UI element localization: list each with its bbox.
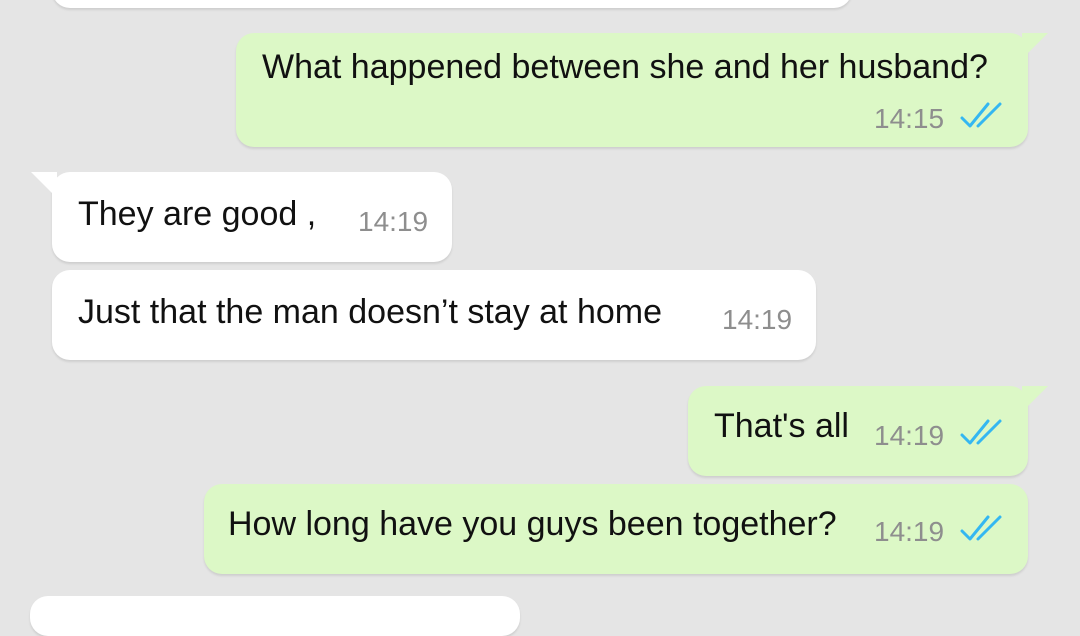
message-bubble-incoming[interactable]: They are good , 14:19 xyxy=(52,172,452,262)
bubble-tail xyxy=(31,172,57,198)
message-time: 14:19 xyxy=(874,516,945,547)
message-bubble-partial-bottom[interactable] xyxy=(30,596,520,636)
double-check-icon xyxy=(960,419,1002,445)
double-check-icon xyxy=(960,102,1002,128)
message-bubble-outgoing[interactable]: That's all 14:19 xyxy=(688,386,1028,476)
bubble-tail xyxy=(1022,33,1048,59)
message-bubble-outgoing[interactable]: What happened between she and her husban… xyxy=(236,33,1028,147)
message-bubble-outgoing[interactable]: How long have you guys been together? 14… xyxy=(204,484,1028,574)
message-time: 14:15 xyxy=(874,103,945,134)
bubble-tail xyxy=(1022,386,1048,412)
message-text: How long have you guys been together? xyxy=(228,505,837,543)
message-text: What happened between she and her husban… xyxy=(262,48,988,86)
message-time: 14:19 xyxy=(874,420,945,451)
message-bubble-incoming[interactable]: Just that the man doesn’t stay at home 1… xyxy=(52,270,816,360)
message-bubble-partial-top[interactable] xyxy=(52,0,852,8)
message-time: 14:19 xyxy=(358,206,429,237)
message-text: That's all xyxy=(714,407,849,445)
double-check-icon xyxy=(960,515,1002,541)
message-time: 14:19 xyxy=(722,304,793,335)
message-text: Just that the man doesn’t stay at home xyxy=(78,293,662,331)
message-text: They are good , xyxy=(78,195,317,233)
